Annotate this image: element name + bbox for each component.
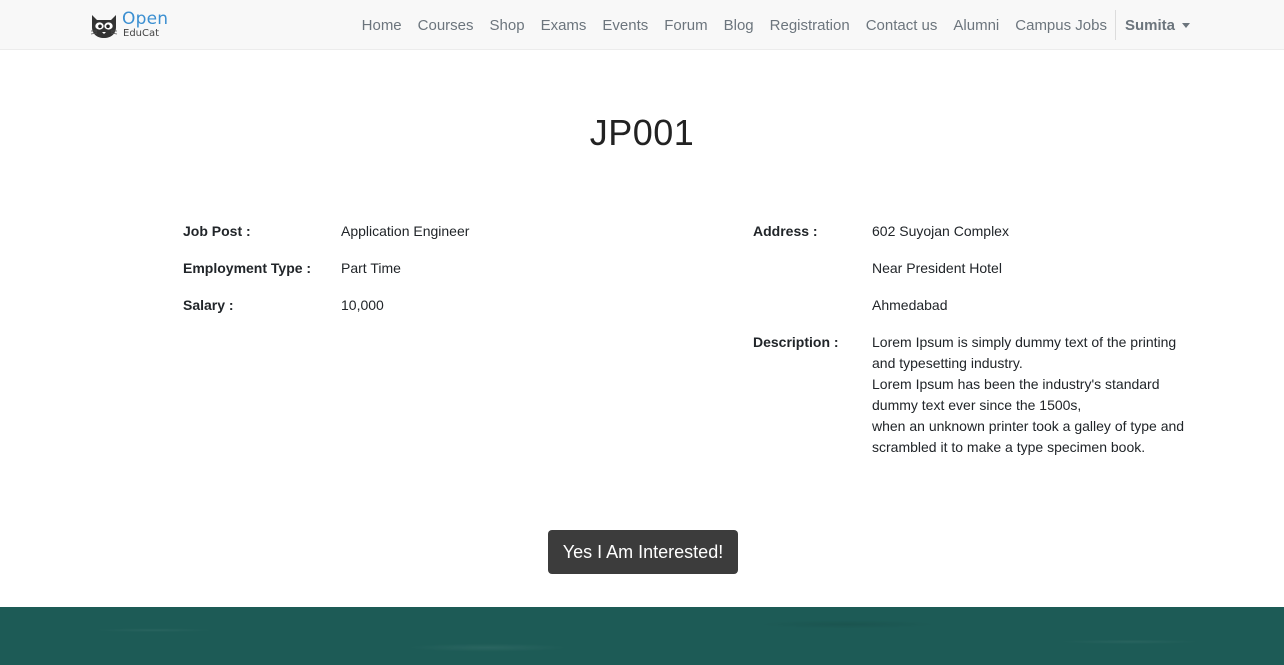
address-line-2: Near President Hotel: [872, 260, 1002, 276]
chevron-down-icon: [1182, 22, 1190, 28]
salary-value: 10,000: [341, 297, 384, 313]
interested-button[interactable]: Yes I Am Interested!: [548, 530, 738, 574]
description-value: Lorem Ipsum is simply dummy text of the …: [872, 332, 1190, 458]
description-line-2: Lorem Ipsum has been the industry's stan…: [872, 376, 1160, 413]
brand-wordmark: Open EduCat: [122, 11, 168, 39]
footer-banner: [0, 607, 1284, 665]
nav-forum[interactable]: Forum: [656, 17, 715, 34]
page-title: JP001: [589, 112, 695, 153]
employment-type-value: Part Time: [341, 260, 401, 276]
employment-type-label: Employment Type :: [183, 260, 312, 276]
nav-blog[interactable]: Blog: [716, 17, 762, 34]
job-post-value: Application Engineer: [341, 223, 470, 239]
cat-logo-icon: [90, 15, 118, 38]
description-line-1: Lorem Ipsum is simply dummy text of the …: [872, 334, 1177, 371]
nav-campus-jobs[interactable]: Campus Jobs: [1007, 17, 1115, 34]
nav-shop[interactable]: Shop: [482, 17, 533, 34]
user-menu-toggle[interactable]: Sumita: [1116, 17, 1190, 34]
job-post-label: Job Post :: [183, 223, 251, 239]
nav-exams[interactable]: Exams: [533, 17, 595, 34]
top-navbar: Open EduCat Home Courses Shop Exams Even…: [0, 0, 1284, 50]
nav-courses[interactable]: Courses: [410, 17, 482, 34]
description-line-3: when an unknown printer took a galley of…: [872, 418, 1185, 455]
nav-events[interactable]: Events: [594, 17, 656, 34]
nav-alumni[interactable]: Alumni: [945, 17, 1007, 34]
nav-home[interactable]: Home: [354, 17, 410, 34]
brand-logo[interactable]: Open EduCat: [89, 10, 168, 40]
description-label: Description :: [753, 334, 839, 350]
address-label: Address :: [753, 223, 818, 239]
nav-registration[interactable]: Registration: [762, 17, 858, 34]
salary-label: Salary :: [183, 297, 234, 313]
main-nav: Home Courses Shop Exams Events Forum Blo…: [354, 0, 1190, 50]
address-line-1: 602 Suyojan Complex: [872, 223, 1009, 239]
user-name: Sumita: [1124, 16, 1175, 34]
address-line-3: Ahmedabad: [872, 297, 948, 313]
brand-line2: EduCat: [123, 28, 160, 39]
brand-line1: Open: [122, 9, 169, 29]
nav-contact-us[interactable]: Contact us: [858, 17, 946, 34]
